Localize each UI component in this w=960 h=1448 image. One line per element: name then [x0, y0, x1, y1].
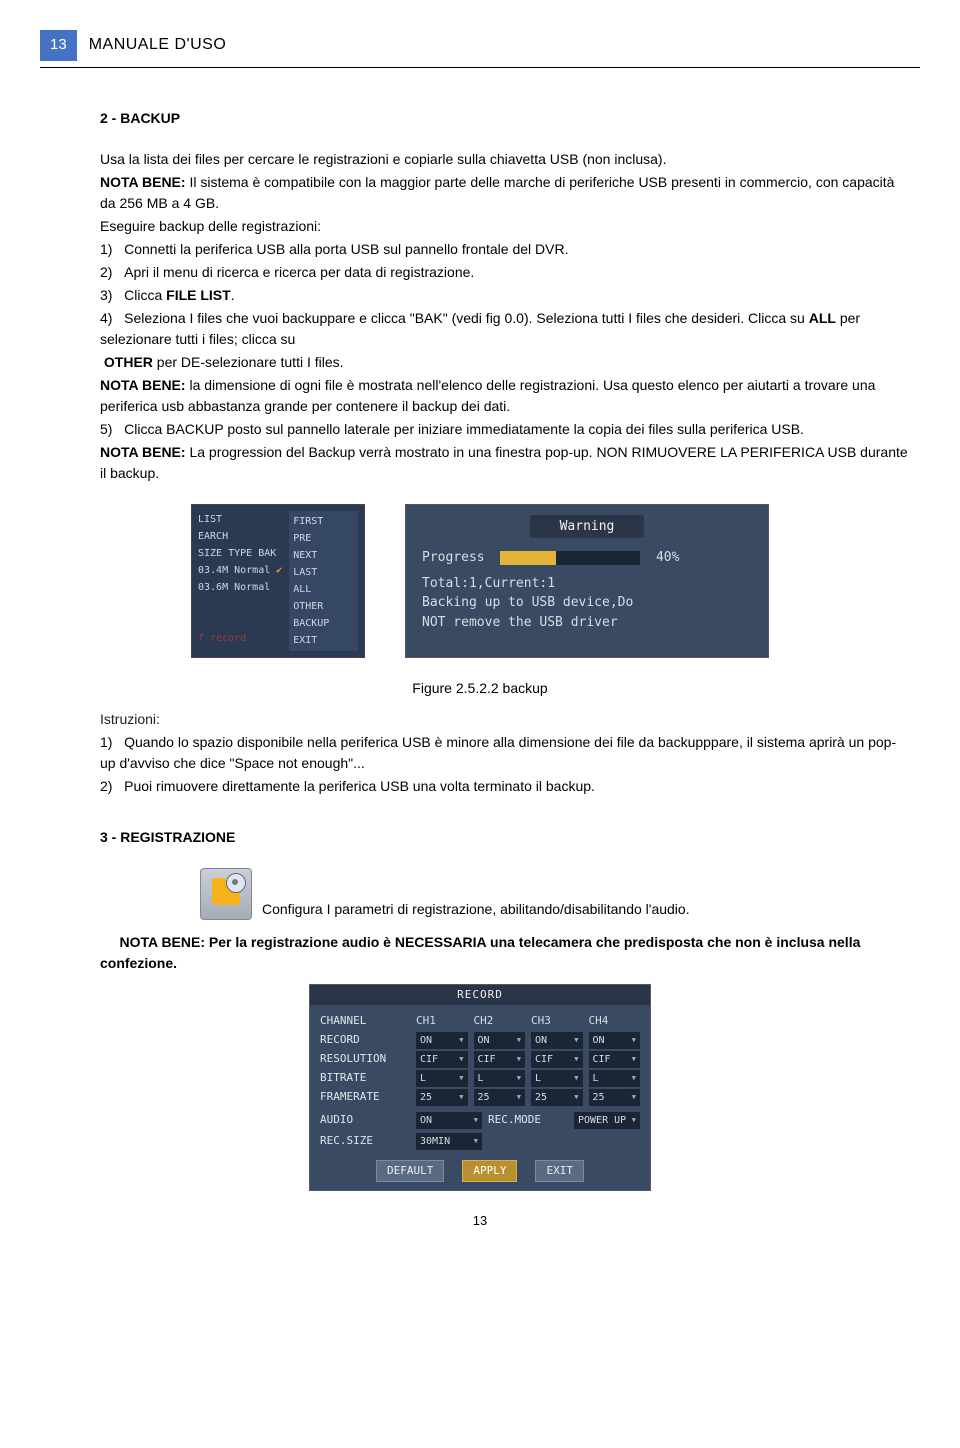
- recsize-label: REC.SIZE: [320, 1133, 410, 1150]
- bitrate-ch4: L▼: [589, 1070, 641, 1087]
- recmode-label: REC.MODE: [488, 1112, 568, 1129]
- bitrate-ch3: L▼: [531, 1070, 583, 1087]
- nota-bene-3: NOTA BENE: La progression del Backup ver…: [100, 442, 910, 484]
- progress-line: Progress 40%: [422, 548, 752, 568]
- recmode-value: POWER UP▼: [574, 1112, 640, 1129]
- record-ch1: ON▼: [416, 1032, 468, 1049]
- menu-last: LAST: [293, 564, 354, 581]
- nota-bene-1: NOTA BENE: Il sistema è compatibile con …: [100, 172, 910, 214]
- menu-exit: EXIT: [293, 632, 354, 649]
- nota-rest-1: Il sistema è compatibile con la maggior …: [100, 174, 894, 211]
- fig-list-search: EARCH: [198, 528, 289, 545]
- row-framerate-label: FRAMERATE: [320, 1089, 410, 1106]
- nota-prefix-3: NOTA BENE:: [100, 444, 186, 460]
- resolution-ch4: CIF▼: [589, 1051, 641, 1068]
- nota-rest-2: la dimensione di ogni file è mostrata ne…: [100, 377, 875, 414]
- menu-pre: PRE: [293, 530, 354, 547]
- page-number-box: 13: [40, 30, 77, 61]
- warn-not-remove: NOT remove the USB driver: [422, 613, 752, 633]
- section-3-body: Configura I parametri di registrazione, …: [100, 868, 910, 974]
- nota-bene-rec: NOTA BENE: Per la registrazione audio è …: [100, 932, 910, 974]
- section-3-heading: 3 - REGISTRAZIONE: [100, 827, 920, 848]
- list-item-1: 1) Connetti la periferica USB alla porta…: [100, 239, 910, 260]
- record-ch3: ON▼: [531, 1032, 583, 1049]
- menu-first: FIRST: [293, 513, 354, 530]
- figure-list-panel: LIST EARCH SIZE TYPE BAK 03.4M Normal ✔ …: [191, 504, 365, 658]
- fig-list-footer: f record: [198, 630, 289, 647]
- istruzioni-label: Istruzioni:: [100, 709, 920, 730]
- default-button: DEFAULT: [376, 1160, 444, 1183]
- warn-backing: Backing up to USB device,Do: [422, 593, 752, 613]
- framerate-ch4: 25▼: [589, 1089, 641, 1106]
- bitrate-ch1: L▼: [416, 1070, 468, 1087]
- nota-prefix-2: NOTA BENE:: [100, 377, 186, 393]
- ch4-header: CH4: [589, 1013, 641, 1030]
- nota-prefix-1: NOTA BENE:: [100, 174, 186, 190]
- fig-list-row-1: 03.4M Normal ✔: [198, 562, 289, 579]
- resolution-ch2: CIF▼: [474, 1051, 526, 1068]
- header-rule: [40, 67, 920, 68]
- intro-text: Usa la lista dei files per cercare le re…: [100, 149, 910, 170]
- row-bitrate-label: BITRATE: [320, 1070, 410, 1087]
- audio-label: AUDIO: [320, 1112, 410, 1129]
- warning-title: Warning: [530, 515, 644, 539]
- fig-list-cols: SIZE TYPE BAK: [198, 545, 289, 562]
- warn-total: Total:1,Current:1: [422, 574, 752, 594]
- framerate-ch1: 25▼: [416, 1089, 468, 1106]
- fig-list-title: LIST: [198, 511, 289, 528]
- section-2-body: Usa la lista dei files per cercare le re…: [100, 149, 910, 484]
- list-item-3: 3) Clicca FILE LIST.: [100, 285, 910, 306]
- list-item-5: 5) Clicca BACKUP posto sul pannello late…: [100, 419, 910, 440]
- record-ch4: ON▼: [589, 1032, 641, 1049]
- record-icon: [200, 868, 252, 920]
- recsize-value: 30MIN▼: [416, 1133, 482, 1150]
- eseguire-line: Eseguire backup delle registrazioni:: [100, 216, 910, 237]
- menu-all: ALL: [293, 581, 354, 598]
- exit-button: EXIT: [535, 1160, 584, 1183]
- page-header: 13 MANUALE D'USO: [40, 30, 920, 61]
- ch3-header: CH3: [531, 1013, 583, 1030]
- list-item-4: 4) Seleziona I files che vuoi backuppare…: [100, 308, 910, 350]
- audio-value: ON▼: [416, 1112, 482, 1129]
- section-2-heading: 2 - BACKUP: [100, 108, 920, 129]
- ch2-header: CH2: [474, 1013, 526, 1030]
- nota-bene-2: NOTA BENE: la dimensione di ogni file è …: [100, 375, 910, 417]
- list-item-2: 2) Apri il menu di ricerca e ricerca per…: [100, 262, 910, 283]
- row-record-label: RECORD: [320, 1032, 410, 1049]
- framerate-ch3: 25▼: [531, 1089, 583, 1106]
- record-ch2: ON▼: [474, 1032, 526, 1049]
- row-resolution-label: RESOLUTION: [320, 1051, 410, 1068]
- istruzione-1: 1) Quando lo spazio disponibile nella pe…: [100, 732, 910, 774]
- progress-pct: 40%: [656, 550, 679, 565]
- istruzione-2: 2) Puoi rimuovere direttamente la perife…: [100, 776, 910, 797]
- menu-next: NEXT: [293, 547, 354, 564]
- menu-other: OTHER: [293, 598, 354, 615]
- apply-button: APPLY: [462, 1160, 517, 1183]
- config-text: Configura I parametri di registrazione, …: [262, 899, 690, 920]
- figure-warning-panel: Warning Progress 40% Total:1,Current:1 B…: [405, 504, 769, 658]
- fig-list-row-2: 03.6M Normal: [198, 579, 289, 596]
- footer-page-number: 13: [40, 1211, 920, 1231]
- row-channel-label: CHANNEL: [320, 1013, 410, 1030]
- progress-bar: [500, 551, 640, 565]
- nota-rest-3: La progression del Backup verrà mostrato…: [100, 444, 908, 481]
- bitrate-ch2: L▼: [474, 1070, 526, 1087]
- record-panel-title: RECORD: [310, 985, 650, 1006]
- manual-title: MANUALE D'USO: [89, 33, 227, 57]
- figure-caption: Figure 2.5.2.2 backup: [40, 678, 920, 699]
- ch1-header: CH1: [416, 1013, 468, 1030]
- figures-row: LIST EARCH SIZE TYPE BAK 03.4M Normal ✔ …: [40, 504, 920, 658]
- framerate-ch2: 25▼: [474, 1089, 526, 1106]
- list-item-4-other: OTHER per DE-selezionare tutti I files.: [100, 352, 910, 373]
- record-buttons: DEFAULT APPLY EXIT: [310, 1152, 650, 1185]
- fig-list-menu: FIRST PRE NEXT LAST ALL OTHER BACKUP EXI…: [289, 511, 358, 651]
- resolution-ch3: CIF▼: [531, 1051, 583, 1068]
- resolution-ch1: CIF▼: [416, 1051, 468, 1068]
- record-panel: RECORD CHANNEL CH1 CH2 CH3 CH4 RECORD ON…: [309, 984, 651, 1192]
- menu-backup: BACKUP: [293, 615, 354, 632]
